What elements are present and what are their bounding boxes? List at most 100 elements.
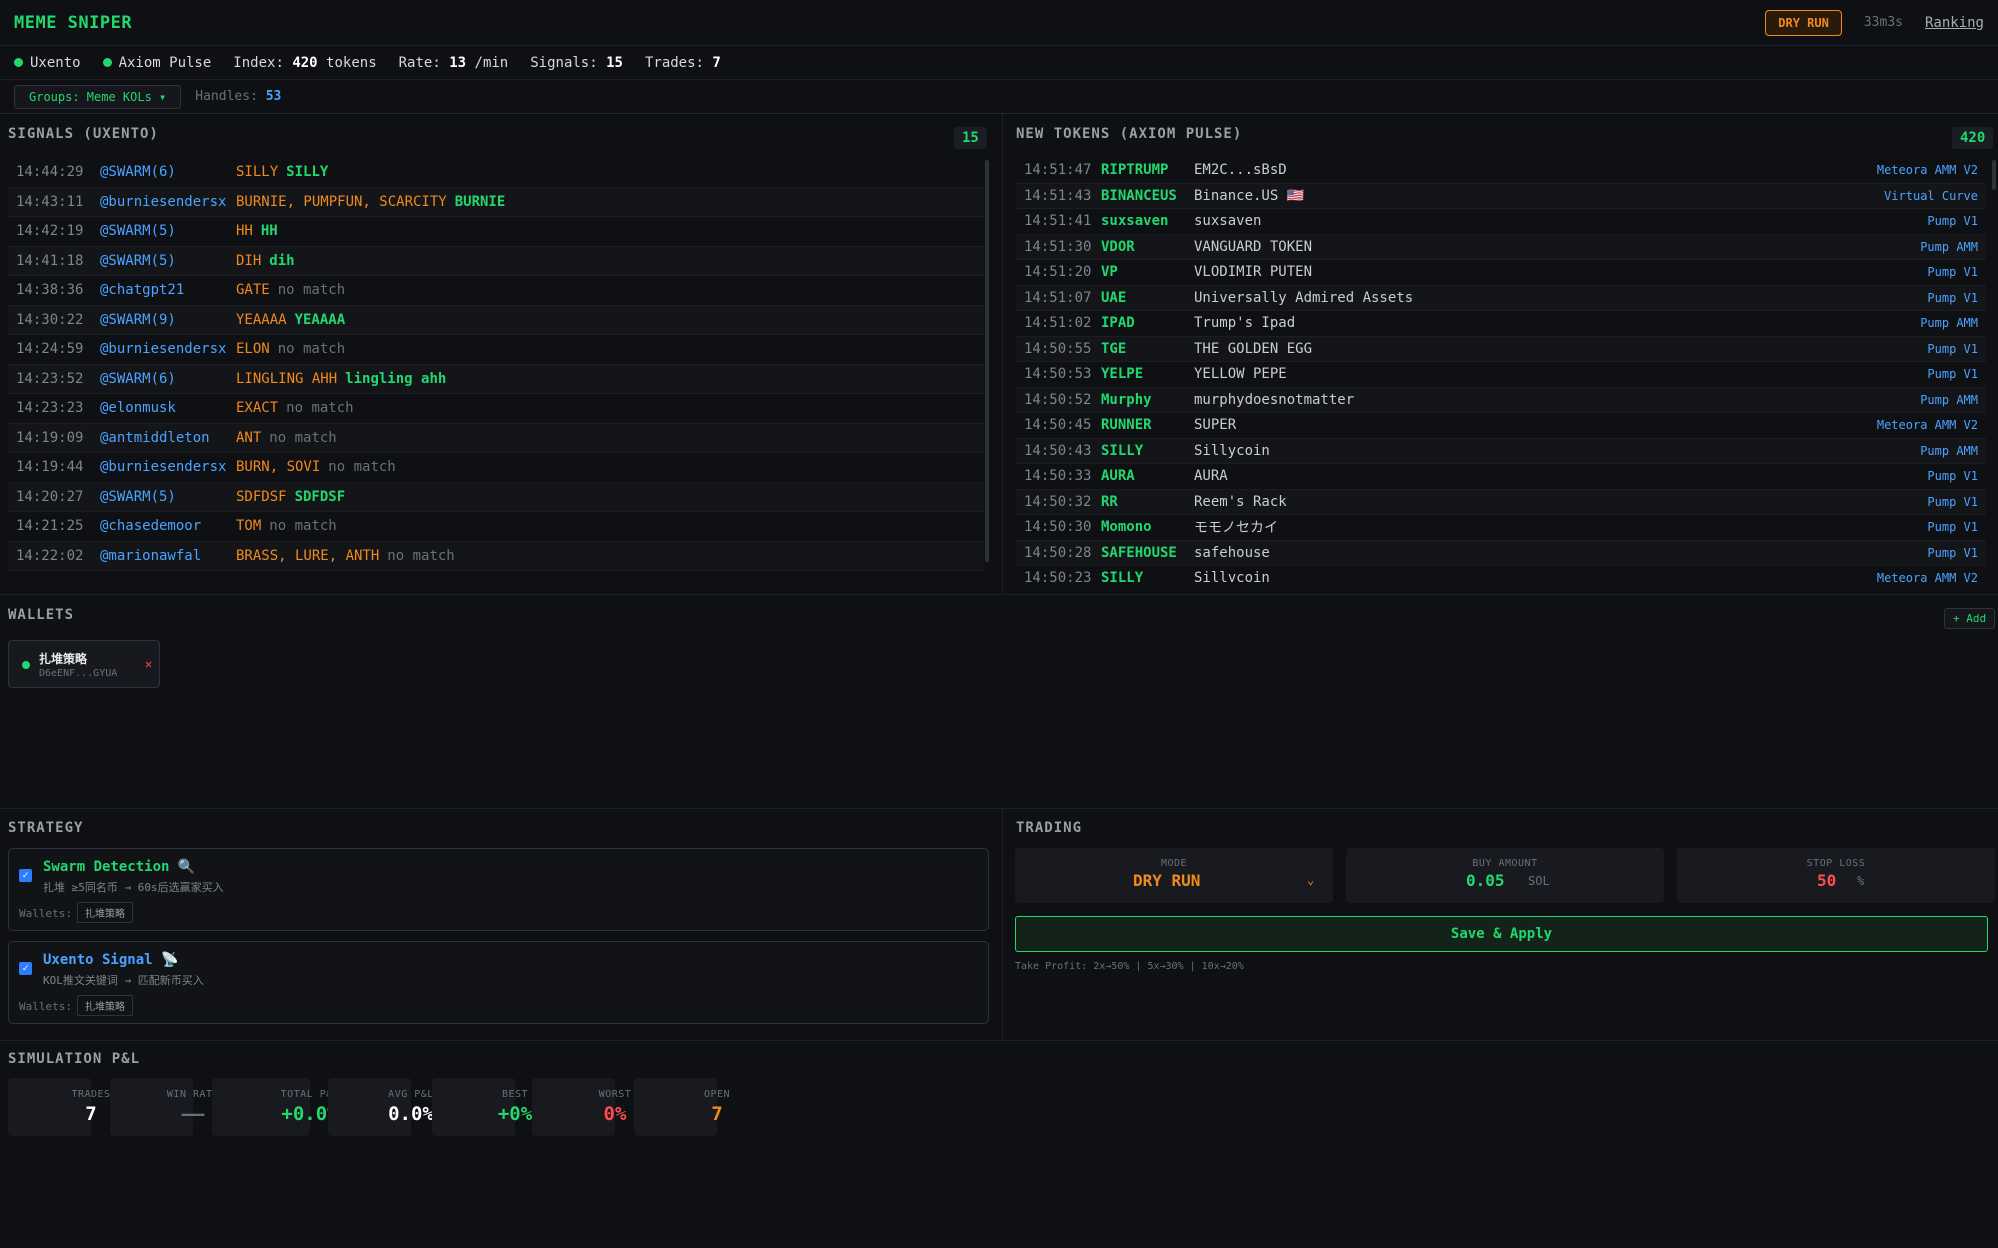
strategy-wallet-tag[interactable]: 扎堆策略 bbox=[77, 995, 133, 1016]
token-row[interactable]: 14:50:33 AURA AURA Pump V1 bbox=[1016, 464, 1986, 490]
token-row[interactable]: 14:50:52 Murphy murphydoesnotmatter Pump AM… bbox=[1016, 387, 1986, 413]
signal-row[interactable]: 14:30:22 @SWARM(9) YEAAAA YEAAAA bbox=[8, 305, 984, 335]
signal-handle[interactable]: @chatgpt21 bbox=[100, 282, 236, 298]
ranking-link[interactable]: Ranking bbox=[1925, 15, 1984, 31]
token-symbol[interactable]: VP bbox=[1101, 264, 1194, 280]
add-wallet-button[interactable]: + Add bbox=[1944, 608, 1996, 629]
signals-scrollbar[interactable] bbox=[985, 160, 989, 562]
token-symbol[interactable]: RUNNER bbox=[1101, 417, 1194, 433]
strategy-description: KOL推文关键词 → 匹配新币买入 bbox=[43, 974, 204, 987]
strategy-wallet-tag[interactable]: 扎堆策略 bbox=[77, 902, 133, 923]
signal-keywords: ELON bbox=[236, 341, 270, 358]
token-symbol[interactable]: Murphy bbox=[1101, 392, 1194, 408]
signal-handle[interactable]: @chasedemoor bbox=[100, 518, 236, 534]
token-row[interactable]: 14:51:41 suxsaven suxsaven Pump V1 bbox=[1016, 209, 1986, 235]
token-name: Universally Admired Assets bbox=[1194, 289, 1414, 306]
token-symbol[interactable]: SILLY bbox=[1101, 570, 1194, 582]
strategy-swarm-detection[interactable]: ✓ Swarm Detection 🔍 扎堆 ≥5同名币 → 60s后选赢家买入… bbox=[8, 848, 989, 931]
token-row[interactable]: 14:51:47 RIPTRUMP EM2C...sBsD Meteora AMM V… bbox=[1016, 158, 1986, 184]
token-row[interactable]: 14:51:30 VDOR VANGUARD TOKEN Pump AMM bbox=[1016, 234, 1986, 260]
token-symbol[interactable]: IPAD bbox=[1101, 315, 1194, 331]
signal-row[interactable]: 14:24:59 @burniesendersx ELON no match bbox=[8, 335, 984, 365]
strategy-checkbox[interactable]: ✓ bbox=[19, 962, 32, 975]
signal-row[interactable]: 14:44:29 @SWARM(6) SILLY SILLY bbox=[8, 158, 984, 188]
token-symbol[interactable]: BINANCEUS bbox=[1101, 188, 1194, 204]
token-row[interactable]: 14:51:43 BINANCEUS Binance.US 🇺🇸 Virtual Cu… bbox=[1016, 183, 1986, 209]
signal-handle[interactable]: @SWARM(5) bbox=[100, 489, 236, 505]
signal-row[interactable]: 14:23:52 @SWARM(6) LINGLING AHH lingling ah… bbox=[8, 364, 984, 394]
remove-wallet-icon[interactable]: ✕ bbox=[145, 657, 152, 671]
token-row[interactable]: 14:50:28 SAFEHOUSE safehouse Pump V1 bbox=[1016, 540, 1986, 566]
signal-row[interactable]: 14:22:02 @marionawfal BRASS, LURE, ANTH no … bbox=[8, 541, 984, 571]
token-time: 14:51:07 bbox=[1024, 289, 1092, 306]
token-symbol[interactable]: AURA bbox=[1101, 468, 1194, 484]
pnl-title: SIMULATION P&L bbox=[8, 1051, 141, 1067]
signal-row[interactable]: 14:38:36 @chatgpt21 GATE no match bbox=[8, 276, 984, 306]
token-row[interactable]: 14:50:32 RR Reem's Rack Pump V1 bbox=[1016, 489, 1986, 515]
token-symbol[interactable]: Momono bbox=[1101, 519, 1194, 535]
signal-handle[interactable]: @burniesendersx bbox=[100, 459, 236, 475]
buy-amount-label: BUY AMOUNT bbox=[1472, 858, 1538, 869]
token-symbol[interactable]: YELPE bbox=[1101, 366, 1194, 382]
signal-row[interactable]: 14:23:23 @elonmusk EXACT no match bbox=[8, 394, 984, 424]
signal-result: no match bbox=[269, 429, 337, 446]
signal-handle[interactable]: @SWARM(6) bbox=[100, 371, 236, 387]
tokens-list[interactable]: 14:51:47 RIPTRUMP EM2C...sBsD Meteora AMM V… bbox=[1016, 158, 1986, 582]
signal-row[interactable]: 14:19:09 @antmiddleton ANT no match bbox=[8, 423, 984, 453]
token-symbol[interactable]: suxsaven bbox=[1101, 213, 1194, 229]
token-row[interactable]: 14:50:30 Momono モモノセカイ Pump V1 bbox=[1016, 515, 1986, 541]
token-name: Sillycoin bbox=[1194, 570, 1270, 582]
signals-list[interactable]: 14:44:29 @SWARM(6) SILLY SILLY 14:43:11 @burn… bbox=[8, 158, 984, 578]
mode-badge[interactable]: DRY RUN bbox=[1765, 9, 1842, 36]
token-symbol[interactable]: TGE bbox=[1101, 341, 1194, 357]
signal-handle[interactable]: @elonmusk bbox=[100, 400, 236, 416]
stop-loss-value[interactable]: 50 bbox=[1817, 871, 1836, 890]
token-row[interactable]: 14:50:45 RUNNER SUPER Meteora AMM V2 bbox=[1016, 413, 1986, 439]
signal-handle[interactable]: @marionawfal bbox=[100, 548, 236, 564]
handles-count: Handles: 53 bbox=[195, 89, 282, 104]
wallet-card[interactable]: 扎堆策略 D6eENF...GYUA ✕ bbox=[8, 640, 160, 688]
token-row[interactable]: 14:50:23 SILLY Sillycoin Meteora AMM V2 bbox=[1016, 566, 1986, 582]
token-name: THE GOLDEN EGG bbox=[1194, 340, 1313, 357]
signal-row[interactable]: 14:41:18 @SWARM(5) DIH dih bbox=[8, 246, 984, 276]
token-symbol[interactable]: RIPTRUMP bbox=[1101, 162, 1194, 178]
signal-row[interactable]: 14:42:19 @SWARM(5) HH HH bbox=[8, 217, 984, 247]
token-symbol[interactable]: SILLY bbox=[1101, 443, 1194, 459]
token-symbol[interactable]: VDOR bbox=[1101, 239, 1194, 255]
signal-handle[interactable]: @SWARM(5) bbox=[100, 253, 236, 269]
groups-select[interactable]: Groups: Meme KOLs ▾ bbox=[14, 84, 182, 109]
signal-row[interactable]: 14:20:27 @SWARM(5) SDFDSF SDFDSF bbox=[8, 482, 984, 512]
tokens-title: NEW TOKENS (AXIOM PULSE) bbox=[1016, 126, 1243, 142]
token-source: Pump V1 bbox=[1927, 290, 1978, 305]
token-symbol[interactable]: SAFEHOUSE bbox=[1101, 545, 1194, 561]
tokens-scrollbar[interactable] bbox=[1992, 160, 1996, 190]
signal-handle[interactable]: @antmiddleton bbox=[100, 430, 236, 446]
stop-loss-field[interactable]: STOP LOSS 50 % bbox=[1677, 848, 1995, 903]
buy-amount-value[interactable]: 0.05 bbox=[1466, 871, 1505, 890]
signal-time: 14:22:02 bbox=[16, 547, 84, 564]
token-row[interactable]: 14:50:43 SILLY Sillycoin Pump AMM bbox=[1016, 438, 1986, 464]
signal-handle[interactable]: @SWARM(9) bbox=[100, 312, 236, 328]
token-row[interactable]: 14:51:07 UAE Universally Admired Assets Pum… bbox=[1016, 285, 1986, 311]
signal-handle[interactable]: @SWARM(5) bbox=[100, 223, 236, 239]
group-bar: Groups: Meme KOLs ▾ Handles: 53 bbox=[0, 80, 1998, 114]
signal-handle[interactable]: @SWARM(6) bbox=[100, 164, 236, 180]
token-row[interactable]: 14:50:53 YELPE YELLOW PEPE Pump V1 bbox=[1016, 362, 1986, 388]
signal-row[interactable]: 14:19:44 @burniesendersx BURN, SOVI no matc… bbox=[8, 453, 984, 483]
signal-handle[interactable]: @burniesendersx bbox=[100, 194, 236, 210]
signal-result: no match bbox=[286, 400, 354, 417]
strategy-uxento-signal[interactable]: ✓ Uxento Signal 📡 KOL推文关键词 → 匹配新币买入 Wall… bbox=[8, 941, 989, 1024]
mode-select[interactable]: MODE DRY RUN ⌄ bbox=[1015, 848, 1333, 903]
token-row[interactable]: 14:51:02 IPAD Trump's Ipad Pump AMM bbox=[1016, 311, 1986, 337]
token-row[interactable]: 14:50:55 TGE THE GOLDEN EGG Pump V1 bbox=[1016, 336, 1986, 362]
strategy-checkbox[interactable]: ✓ bbox=[19, 869, 32, 882]
token-time: 14:50:43 bbox=[1024, 442, 1092, 459]
signal-handle[interactable]: @burniesendersx bbox=[100, 341, 236, 357]
token-symbol[interactable]: UAE bbox=[1101, 290, 1194, 306]
buy-amount-field[interactable]: BUY AMOUNT 0.05 SOL bbox=[1346, 848, 1664, 903]
token-symbol[interactable]: RR bbox=[1101, 494, 1194, 510]
signal-row[interactable]: 14:21:25 @chasedemoor TOM no match bbox=[8, 512, 984, 542]
signal-row[interactable]: 14:43:11 @burniesendersx BURNIE, PUMPFUN, … bbox=[8, 187, 984, 217]
save-apply-button[interactable]: Save & Apply bbox=[1015, 916, 1988, 952]
token-row[interactable]: 14:51:20 VP VLODIMIR PUTEN Pump V1 bbox=[1016, 260, 1986, 286]
